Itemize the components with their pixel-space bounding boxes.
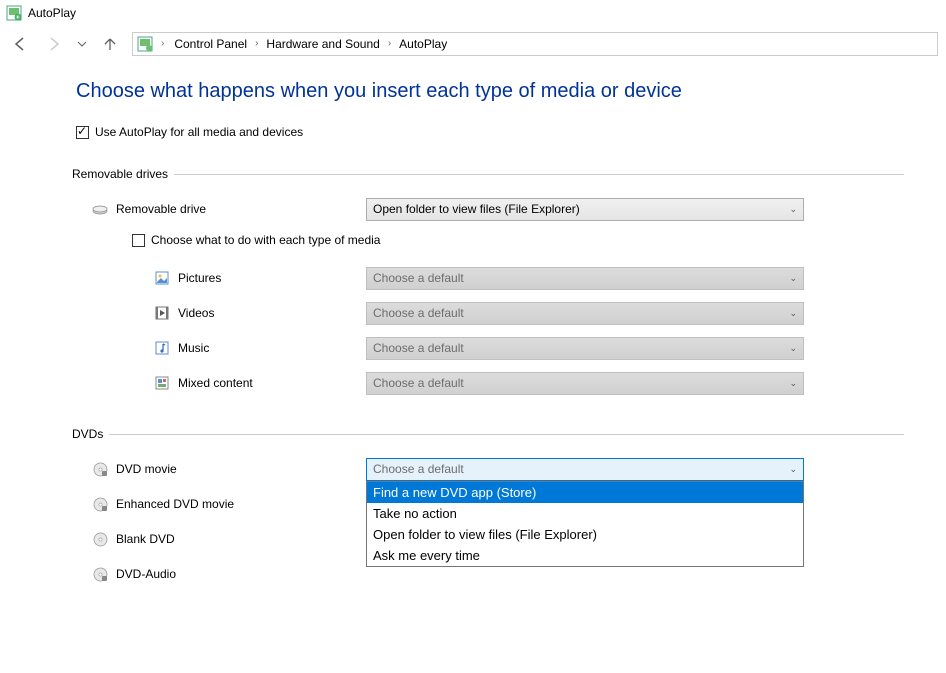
autoplay-addr-icon [137, 36, 153, 52]
mixed-content-icon [154, 375, 170, 391]
row-label: Videos [178, 306, 214, 320]
chevron-right-icon: › [386, 38, 393, 49]
section-rule [174, 174, 904, 175]
row-label: Removable drive [116, 202, 206, 216]
videos-icon [154, 305, 170, 321]
combo-mixed-content[interactable]: Choose a default ⌄ [366, 372, 804, 395]
chevron-right-icon: › [253, 38, 260, 49]
row-dvd-movie: DVD movie Choose a default ⌄ Find a new … [76, 455, 904, 483]
row-removable-drive: Removable drive Open folder to view file… [76, 195, 904, 223]
global-autoplay-row: Use AutoPlay for all media and devices [76, 125, 904, 139]
section-removable-drives: Removable drives Removable drive Open fo… [76, 167, 904, 397]
window-title: AutoPlay [28, 6, 76, 20]
nav-toolbar: › Control Panel › Hardware and Sound › A… [0, 26, 946, 62]
row-pictures: Pictures Choose a default ⌄ [76, 264, 904, 292]
forward-button[interactable] [42, 32, 66, 56]
address-bar[interactable]: › Control Panel › Hardware and Sound › A… [132, 32, 938, 56]
section-rule [109, 434, 904, 435]
global-autoplay-label: Use AutoPlay for all media and devices [95, 125, 303, 139]
content-area: Choose what happens when you insert each… [0, 62, 946, 588]
row-label: DVD movie [116, 462, 177, 476]
combo-value: Choose a default [373, 462, 464, 476]
page-title: Choose what happens when you insert each… [76, 80, 904, 103]
recent-dropdown-icon[interactable] [76, 32, 88, 56]
section-title: Removable drives [72, 167, 174, 181]
chevron-down-icon: ⌄ [789, 204, 797, 215]
row-label: Pictures [178, 271, 221, 285]
title-bar: AutoPlay [0, 0, 946, 26]
chevron-down-icon: ⌄ [789, 273, 797, 284]
up-button[interactable] [98, 32, 122, 56]
autoplay-icon [6, 5, 22, 21]
disc-icon [92, 566, 108, 582]
disc-icon [92, 496, 108, 512]
row-label: Enhanced DVD movie [116, 497, 234, 511]
row-music: Music Choose a default ⌄ [76, 334, 904, 362]
chevron-down-icon: ⌄ [789, 378, 797, 389]
section-dvds: DVDs DVD movie Choose a default ⌄ Find a… [76, 427, 904, 588]
combo-removable-drive[interactable]: Open folder to view files (File Explorer… [366, 198, 804, 221]
row-label: Music [178, 341, 209, 355]
section-title: DVDs [72, 427, 109, 441]
combo-value: Choose a default [373, 271, 464, 285]
combo-dvd-movie[interactable]: Choose a default ⌄ [366, 458, 804, 481]
combo-value: Choose a default [373, 306, 464, 320]
disc-icon [92, 531, 108, 547]
back-button[interactable] [8, 32, 32, 56]
dropdown-item[interactable]: Open folder to view files (File Explorer… [367, 524, 803, 545]
combo-value: Choose a default [373, 341, 464, 355]
breadcrumb-item[interactable]: AutoPlay [395, 35, 451, 53]
media-type-label: Choose what to do with each type of medi… [151, 233, 380, 247]
music-icon [154, 340, 170, 356]
breadcrumb: Control Panel › Hardware and Sound › Aut… [170, 35, 451, 53]
combo-videos[interactable]: Choose a default ⌄ [366, 302, 804, 325]
combo-music[interactable]: Choose a default ⌄ [366, 337, 804, 360]
combo-value: Open folder to view files (File Explorer… [373, 202, 580, 216]
chevron-down-icon: ⌄ [789, 464, 797, 475]
dropdown-list: Find a new DVD app (Store) Take no actio… [366, 481, 804, 567]
row-label: DVD-Audio [116, 567, 176, 581]
dropdown-item[interactable]: Ask me every time [367, 545, 803, 566]
row-media-type-toggle: Choose what to do with each type of medi… [76, 230, 904, 250]
row-mixed-content: Mixed content Choose a default ⌄ [76, 369, 904, 397]
row-videos: Videos Choose a default ⌄ [76, 299, 904, 327]
global-autoplay-checkbox[interactable] [76, 126, 89, 139]
breadcrumb-item[interactable]: Control Panel [170, 35, 251, 53]
dropdown-item[interactable]: Find a new DVD app (Store) [367, 482, 803, 503]
row-label: Mixed content [178, 376, 253, 390]
media-type-checkbox[interactable] [132, 234, 145, 247]
row-label: Blank DVD [116, 532, 175, 546]
combo-value: Choose a default [373, 376, 464, 390]
chevron-down-icon: ⌄ [789, 343, 797, 354]
chevron-right-icon: › [159, 38, 166, 49]
chevron-down-icon: ⌄ [789, 308, 797, 319]
dropdown-item[interactable]: Take no action [367, 503, 803, 524]
combo-pictures[interactable]: Choose a default ⌄ [366, 267, 804, 290]
breadcrumb-item[interactable]: Hardware and Sound [262, 35, 383, 53]
removable-drive-icon [92, 201, 108, 217]
pictures-icon [154, 270, 170, 286]
disc-icon [92, 461, 108, 477]
